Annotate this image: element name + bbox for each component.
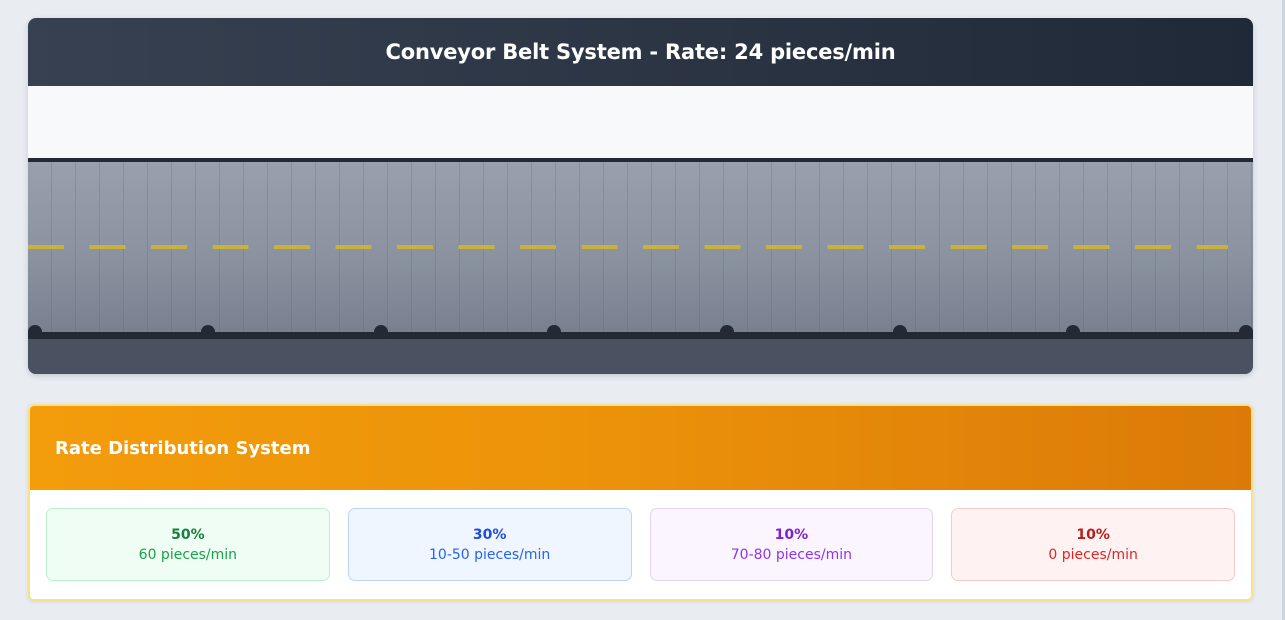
- rate-box-10-percent-zero: 10% 0 pieces/min: [951, 508, 1235, 581]
- rate-boxes: 50% 60 pieces/min 30% 10-50 pieces/min 1…: [30, 490, 1251, 581]
- conveyor-loading-area: [28, 86, 1253, 158]
- belt-center-line: [28, 245, 1228, 249]
- rate-value: 70-80 pieces/min: [730, 546, 852, 563]
- rate-percent: 50%: [171, 526, 205, 543]
- distribution-title: Rate Distribution System: [55, 437, 311, 459]
- rate-percent: 10%: [1076, 526, 1110, 543]
- conveyor-belt: [28, 158, 1253, 374]
- rate-box-50-percent: 50% 60 pieces/min: [46, 508, 330, 581]
- roller: [547, 325, 561, 339]
- roller: [720, 325, 734, 339]
- rate-box-30-percent: 30% 10-50 pieces/min: [347, 508, 632, 581]
- roller: [201, 325, 215, 339]
- rate-value: 0 pieces/min: [1048, 546, 1138, 563]
- conveyor-title: Conveyor Belt System - Rate: 24 pieces/m…: [385, 40, 896, 64]
- rate-value: 10-50 pieces/min: [429, 546, 551, 563]
- rate-percent: 30%: [472, 526, 507, 543]
- belt-base: [28, 339, 1253, 374]
- roller: [374, 325, 388, 339]
- roller: [1239, 325, 1253, 339]
- rate-value: 60 pieces/min: [138, 546, 238, 563]
- rate-box-10-percent-high: 10% 70-80 pieces/min: [649, 508, 934, 581]
- conveyor-panel: Conveyor Belt System - Rate: 24 pieces/m…: [28, 18, 1253, 374]
- roller: [893, 325, 907, 339]
- roller: [28, 325, 42, 339]
- rate-percent: 10%: [774, 526, 809, 543]
- rate-distribution-panel: Rate Distribution System 50% 60 pieces/m…: [28, 404, 1253, 601]
- distribution-header: Rate Distribution System: [30, 406, 1251, 490]
- roller: [1066, 325, 1080, 339]
- conveyor-header: Conveyor Belt System - Rate: 24 pieces/m…: [28, 18, 1253, 86]
